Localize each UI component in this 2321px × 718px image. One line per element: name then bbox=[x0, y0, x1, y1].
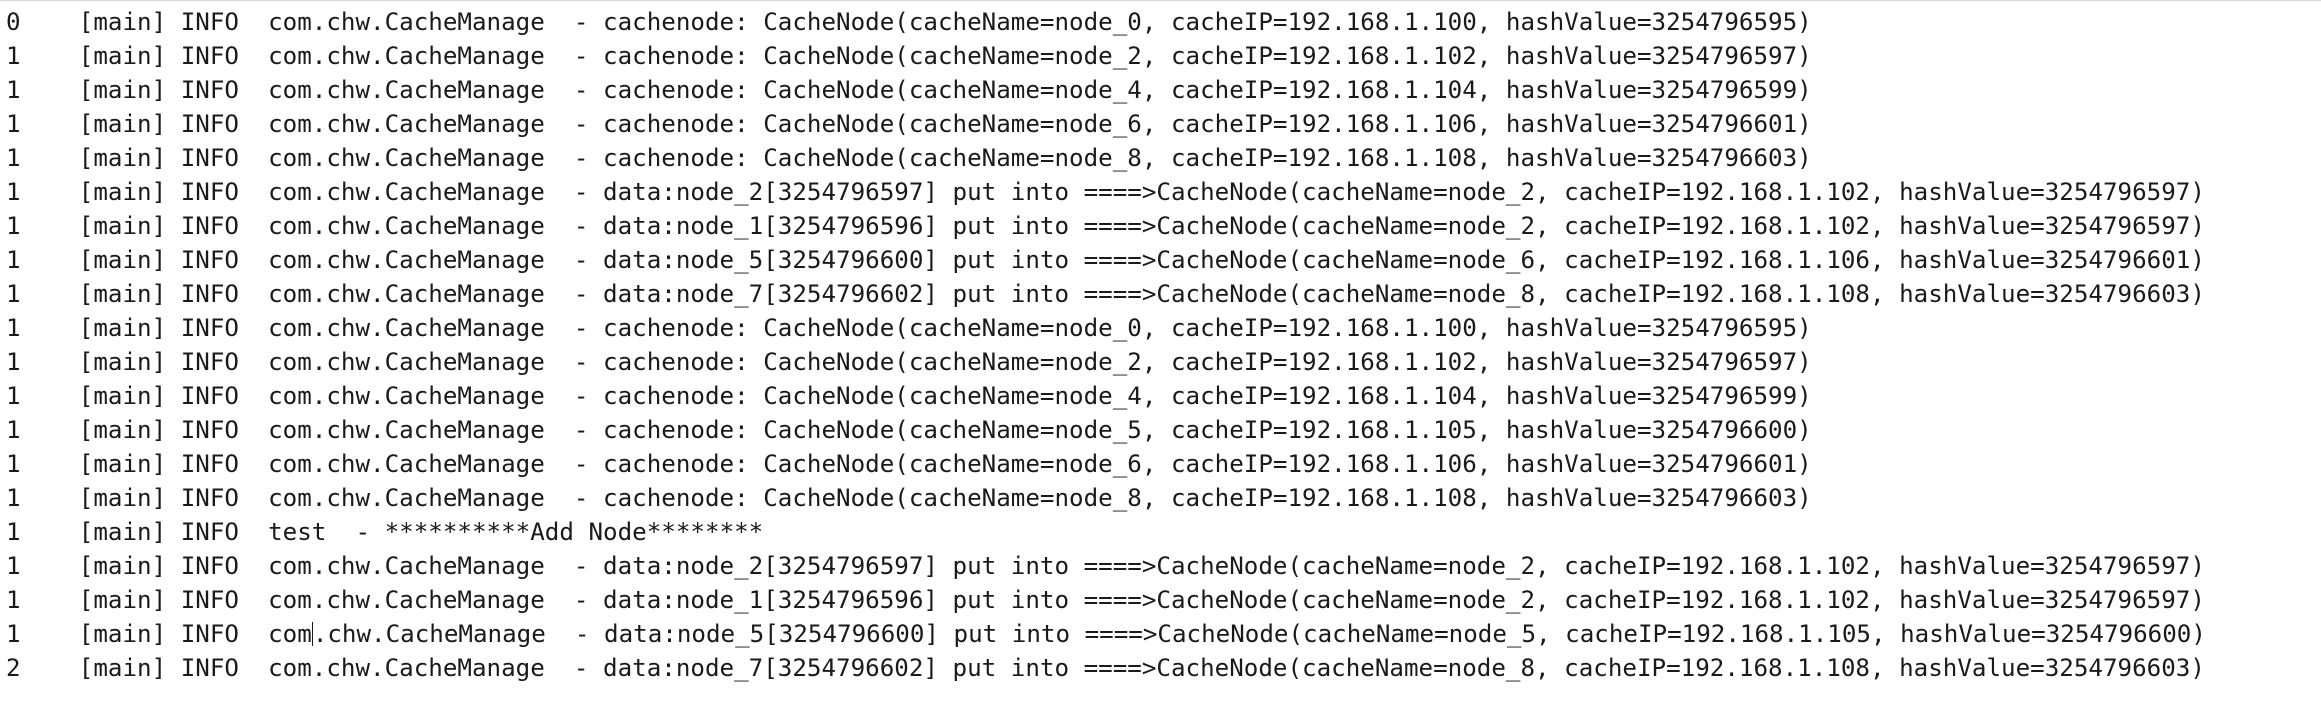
log-line: 1 [main] INFO com.chw.CacheManage - data… bbox=[6, 552, 2205, 580]
log-line: 1 [main] INFO test - **********Add Node*… bbox=[6, 518, 764, 546]
log-line: 1 [main] INFO com.chw.CacheManage - cach… bbox=[6, 382, 1812, 410]
log-line: 1 [main] INFO com.chw.CacheManage - cach… bbox=[6, 42, 1812, 70]
log-line: 1 [main] INFO com.chw.CacheManage - cach… bbox=[6, 484, 1812, 512]
log-line: 1 [main] INFO com.chw.CacheManage - data… bbox=[6, 280, 2205, 308]
log-line: 2 [main] INFO com.chw.CacheManage - data… bbox=[6, 654, 2205, 682]
log-lines: 0 [main] INFO com.chw.CacheManage - cach… bbox=[6, 5, 2206, 685]
log-line: 1 [main] INFO com.chw.CacheManage - data… bbox=[6, 246, 2205, 274]
log-line: 1 [main] INFO com.chw.CacheManage - cach… bbox=[6, 76, 1812, 104]
log-line: 1 [main] INFO com.chw.CacheManage - cach… bbox=[6, 450, 1812, 478]
log-line: 1 [main] INFO com.chw.CacheManage - cach… bbox=[6, 144, 1812, 172]
log-line: 1 [main] INFO com.chw.CacheManage - data… bbox=[6, 586, 2205, 614]
log-line: 1 [main] INFO com.chw.CacheManage - cach… bbox=[6, 348, 1812, 376]
log-line: 1 [main] INFO com.chw.CacheManage - data… bbox=[6, 620, 2206, 648]
log-line: 1 [main] INFO com.chw.CacheManage - cach… bbox=[6, 110, 1812, 138]
text-caret bbox=[311, 622, 313, 646]
log-line: 1 [main] INFO com.chw.CacheManage - cach… bbox=[6, 416, 1812, 444]
log-line: 1 [main] INFO com.chw.CacheManage - cach… bbox=[6, 314, 1812, 342]
log-line: 1 [main] INFO com.chw.CacheManage - data… bbox=[6, 212, 2205, 240]
log-line: 0 [main] INFO com.chw.CacheManage - cach… bbox=[6, 8, 1812, 36]
log-line: 1 [main] INFO com.chw.CacheManage - data… bbox=[6, 178, 2205, 206]
console-output[interactable]: 0 [main] INFO com.chw.CacheManage - cach… bbox=[0, 0, 2321, 718]
